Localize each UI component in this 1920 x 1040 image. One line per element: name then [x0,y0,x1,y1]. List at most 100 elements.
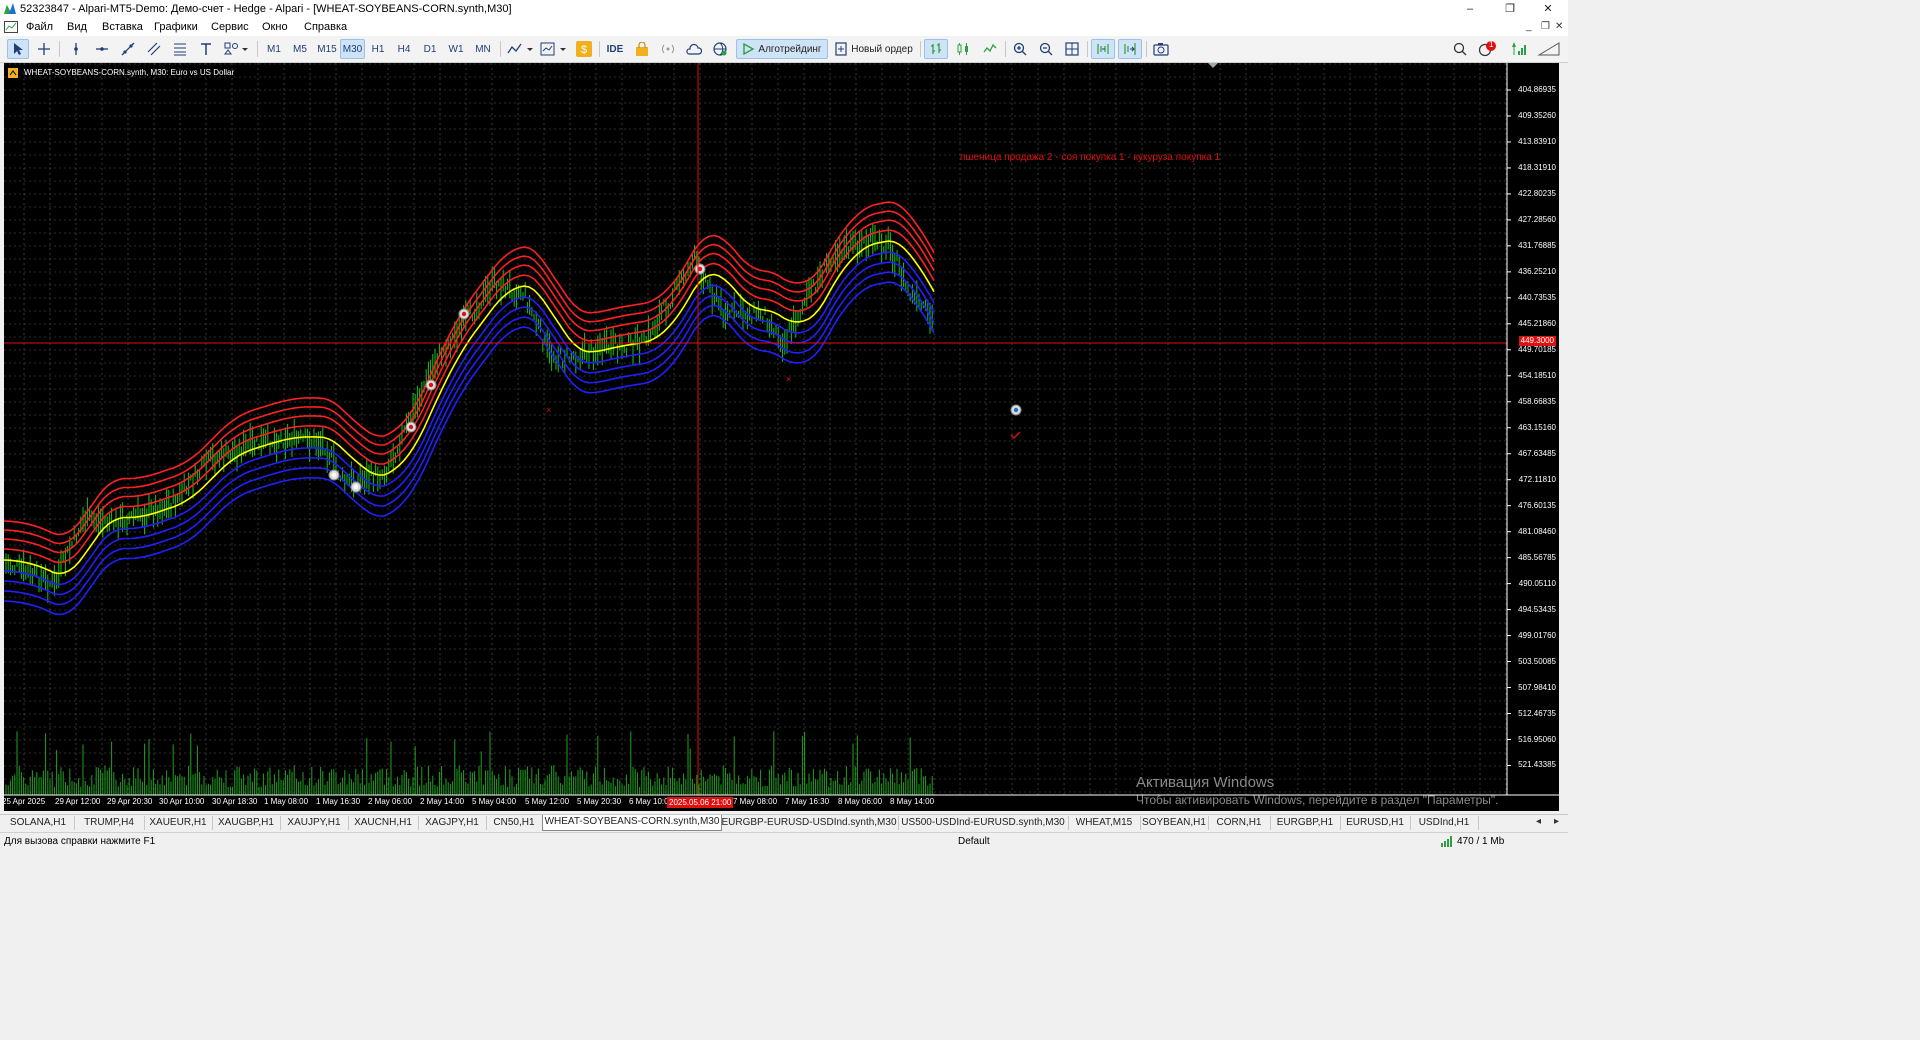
mdi-restore-button[interactable]: ❐ [1541,21,1550,32]
indicators-dropdown-button[interactable] [505,39,535,59]
menu-view[interactable]: Вид [67,21,87,33]
trading-dollar-button[interactable]: $ [573,39,595,59]
candlestick-chart-button[interactable] [951,39,975,59]
chart-tab[interactable]: SOYBEAN,H1 [1140,816,1209,830]
timeframe-w1[interactable]: W1 [445,39,467,59]
envelope-band-line [4,210,935,545]
title-bar: 52323847 - Alpari-MT5-Demo: Демо-счет - … [0,0,1568,19]
crosshair-icon [38,43,50,55]
menu-window[interactable]: Окно [262,21,288,33]
crosshair-tool-button[interactable] [33,39,55,59]
zoom-in-button[interactable] [1009,39,1031,59]
timeframe-m1[interactable]: M1 [262,39,286,59]
mdi-close-button[interactable]: ✕ [1555,21,1563,32]
chart-tab[interactable]: EURUSD,H1 [1340,816,1411,830]
bar-chart-button[interactable] [924,39,948,59]
tabs-scroll-right-icon[interactable]: ▸ [1554,816,1559,827]
notifications-button[interactable]: 1 [1476,39,1498,59]
vertical-line-button[interactable] [65,39,87,59]
fibonacci-button[interactable] [169,39,191,59]
time-tick-label: 7 May 16:30 [785,797,830,806]
tile-windows-button[interactable] [1061,39,1083,59]
horizontal-line-button[interactable] [91,39,113,59]
time-tick-label: 8 May 06:00 [838,797,883,806]
ide-button[interactable]: IDE [603,39,627,59]
chart-tab[interactable]: XAUEUR,H1 [144,816,213,830]
chart-tab[interactable]: TRUMP,H4 [74,816,145,830]
chart-tab[interactable]: CN50,H1 [486,816,543,830]
text-tool-button[interactable] [195,39,217,59]
shapes-dropdown-button[interactable] [221,39,251,59]
menu-service[interactable]: Сервис [211,21,249,33]
chart-canvas[interactable]: ×× [4,63,1559,811]
chart-tab[interactable]: EURGBP-EURUSD-USDInd.synth,M30 [720,816,899,830]
chart-tab[interactable]: WHEAT-SOYBEANS-CORN.synth,M30 [542,815,722,831]
cursor-tool-button[interactable] [7,39,29,59]
vps-button[interactable] [683,39,705,59]
chart-tab[interactable]: WHEAT,M15 [1068,816,1141,830]
time-tick-label: 2 May 06:00 [368,797,413,806]
timeframe-h1[interactable]: H1 [367,39,389,59]
price-tick-label: 440.73535 [1518,292,1556,302]
chart-tab[interactable]: XAUJPY,H1 [280,816,349,830]
tabs-scroll-left-icon[interactable]: ◂ [1536,816,1541,827]
chart-area[interactable]: × × WHEAT-SOYBEANS-CORN.synth, M30: Euro … [4,63,1559,811]
market-button[interactable] [631,39,653,59]
timeframe-mn[interactable]: MN [471,39,495,59]
chart-shift-button[interactable] [1118,39,1142,59]
line-chart-button[interactable] [978,39,1002,59]
chart-grid [4,63,1511,795]
menu-charts[interactable]: Графики [154,21,198,33]
new-order-button[interactable]: Новый ордер [832,39,916,59]
price-tick-label: 467.63485 [1518,448,1556,458]
search-icon [1453,42,1467,56]
templates-dropdown-button[interactable] [538,39,568,59]
time-tick-label: 29 Apr 20:30 [107,797,153,806]
line-chart-icon [983,43,997,53]
signals-button[interactable] [657,39,679,59]
connection-bars-button[interactable] [1536,39,1562,59]
candlestick-icon [957,43,968,55]
community-button[interactable] [709,39,731,59]
chart-tab[interactable]: USDInd,H1 [1410,816,1479,830]
timeframe-d1[interactable]: D1 [419,39,441,59]
timeframe-m30[interactable]: M30 [340,39,365,59]
chart-shift-marker-icon[interactable] [1208,63,1218,68]
search-button[interactable] [1450,39,1470,59]
chart-tab[interactable]: XAGJPY,H1 [418,816,487,830]
menu-file[interactable]: Файл [26,21,53,33]
minimize-button[interactable]: – [1450,1,1490,17]
globe-icon [713,42,727,56]
dollar-icon: $ [576,41,592,57]
chart-tab[interactable]: CORN,H1 [1208,816,1271,830]
time-tick-label: 7 May 08:00 [733,797,778,806]
bars-icon [931,43,941,54]
envelope-band-line [4,201,935,536]
close-button[interactable]: ✕ [1528,1,1568,17]
screenshot-button[interactable] [1150,39,1172,59]
timeframe-h4[interactable]: H4 [393,39,415,59]
trendline-button[interactable] [117,39,139,59]
menu-insert[interactable]: Вставка [102,21,143,33]
timeframe-m5[interactable]: M5 [288,39,312,59]
camera-icon [1153,43,1169,56]
auto-scroll-button[interactable] [1091,39,1115,59]
one-click-trading-icon[interactable] [8,68,18,78]
menu-help[interactable]: Справка [304,21,347,33]
timeframe-m15[interactable]: M15 [314,39,340,59]
shopping-bag-icon [636,42,648,56]
chart-text-annotation[interactable]: пшеница продажа 2 - соя покупка 1 - куку… [960,152,1220,163]
channel-button[interactable] [143,39,165,59]
algotrading-button[interactable]: Алготрейдинг [736,39,828,59]
chart-tab[interactable]: US500-USDInd-EURUSD.synth,M30 [898,816,1069,830]
time-tick-label: 2 May 14:00 [420,797,465,806]
restore-button[interactable]: ❐ [1490,1,1530,17]
signal-strength-button[interactable] [1508,39,1528,59]
chart-tab[interactable]: XAUGBP,H1 [212,816,281,830]
chart-tab[interactable]: XAUCNH,H1 [348,816,419,830]
chart-tab[interactable]: SOLANA,H1 [2,816,75,830]
zoom-out-button[interactable] [1035,39,1057,59]
new-order-icon [835,42,847,56]
chart-tab[interactable]: EURGBP,H1 [1270,816,1341,830]
mdi-minimize-button[interactable]: _ [1526,21,1532,32]
